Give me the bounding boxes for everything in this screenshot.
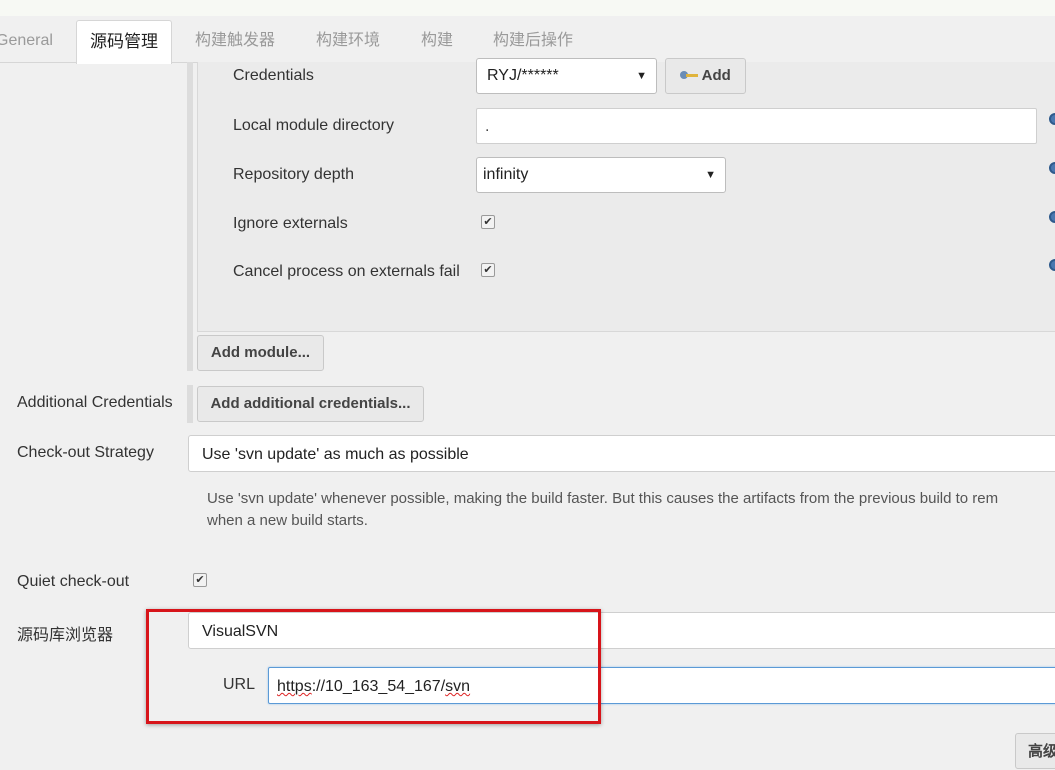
section-indent-bar — [187, 385, 193, 423]
key-icon — [680, 71, 698, 80]
quiet-checkout-label: Quiet check-out — [17, 573, 130, 590]
local-module-directory-input[interactable]: . — [476, 108, 1037, 144]
cancel-on-externals-fail-checkbox[interactable]: ✔ — [481, 263, 495, 277]
checkout-strategy-label: Check-out Strategy — [17, 444, 154, 461]
tab-post-build-actions[interactable]: 构建后操作 — [493, 16, 573, 62]
checkout-strategy-description-line2: when a new build starts. — [207, 512, 368, 529]
config-tab-bar: General 源码管理 构建触发器 构建环境 构建 构建后操作 — [0, 16, 1055, 64]
help-icon[interactable] — [1049, 259, 1055, 271]
repository-depth-label: Repository depth — [233, 166, 354, 183]
credentials-label: Credentials — [233, 67, 314, 84]
repository-browser-label: 源码库浏览器 — [17, 627, 114, 644]
tab-source-code-management[interactable]: 源码管理 — [76, 20, 172, 64]
tab-build-triggers[interactable]: 构建触发器 — [195, 16, 275, 62]
add-credentials-button[interactable]: Add — [665, 58, 746, 94]
help-icon[interactable] — [1049, 162, 1055, 174]
add-additional-credentials-button[interactable]: Add additional credentials... — [197, 386, 424, 422]
credentials-select[interactable]: RYJ/****** ▼ — [476, 58, 657, 94]
cancel-on-externals-fail-label: Cancel process on externals fail — [233, 263, 460, 280]
top-strip — [0, 0, 1055, 16]
credentials-value: RYJ/****** — [487, 67, 559, 84]
repository-depth-value: infinity — [483, 166, 529, 183]
help-icon[interactable] — [1049, 113, 1055, 125]
quiet-checkout-checkbox[interactable]: ✔ — [193, 573, 207, 587]
checkout-strategy-description: Use 'svn update' whenever possible, maki… — [207, 488, 1055, 532]
section-indent-bar — [187, 62, 193, 371]
additional-credentials-label: Additional Credentials — [17, 394, 173, 411]
svn-module-box — [197, 62, 1055, 332]
chevron-down-icon: ▼ — [636, 70, 647, 82]
add-module-button[interactable]: Add module... — [197, 335, 324, 371]
highlight-annotation-box — [146, 609, 601, 724]
ignore-externals-checkbox[interactable]: ✔ — [481, 215, 495, 229]
ignore-externals-label: Ignore externals — [233, 215, 348, 232]
tab-build[interactable]: 构建 — [421, 16, 453, 62]
help-icon[interactable] — [1049, 211, 1055, 223]
add-label: Add — [701, 67, 731, 84]
checkout-strategy-select[interactable]: Use 'svn update' as much as possible — [188, 435, 1055, 472]
chevron-down-icon: ▼ — [705, 169, 716, 181]
tab-build-environment[interactable]: 构建环境 — [316, 16, 380, 62]
repository-depth-select[interactable]: infinity ▼ — [476, 157, 726, 193]
advanced-button[interactable]: 高级 — [1015, 733, 1055, 769]
checkout-strategy-description-line1: Use 'svn update' whenever possible, maki… — [207, 490, 999, 507]
local-module-directory-label: Local module directory — [233, 117, 394, 134]
tab-general[interactable]: General — [0, 16, 53, 62]
